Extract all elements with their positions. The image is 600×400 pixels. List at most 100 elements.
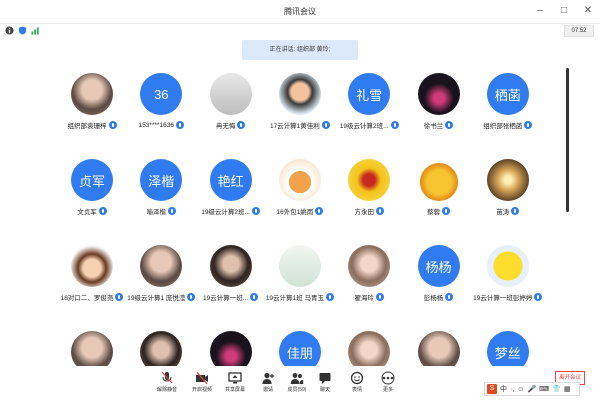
participant-tile[interactable]: 杨杨彭杨杨 (404, 242, 474, 332)
participant-name: 方永田 (354, 209, 374, 216)
punctuation-icon[interactable]: ·, (510, 386, 514, 393)
shield-icon[interactable] (18, 26, 27, 35)
participant-tile[interactable]: 36 153****1636 (126, 70, 196, 160)
status-bar: 07:52 (0, 24, 600, 38)
toolbar-label: 解除静音 (156, 387, 177, 393)
participant-name: 蔡蓉 (427, 209, 440, 216)
info-icon[interactable] (5, 26, 14, 35)
mic-icon (375, 293, 384, 301)
participant-avatar (348, 331, 391, 368)
mic-icon (176, 121, 185, 129)
chat-button[interactable]: 聊天 (310, 368, 340, 398)
toolbar-label: 开启视频 (191, 387, 212, 393)
mic-off-icon (161, 371, 173, 384)
camera-off-button[interactable]: 开启视频 (187, 368, 217, 398)
participant-tile[interactable]: 冉无悔 (196, 70, 266, 160)
participant-name: 19级云计算2班... (339, 123, 389, 130)
members-button[interactable]: 成员(59) (282, 368, 312, 398)
minimize-icon[interactable]: – (532, 3, 548, 19)
participant-tile[interactable]: 苗涛 (473, 156, 543, 246)
participant-avatar: 杨杨 (417, 245, 460, 287)
participant-tile[interactable]: 翟海玲 (334, 242, 404, 332)
invite-icon (262, 372, 274, 384)
participant-name: 组织部张栖菡 (483, 123, 523, 130)
participant-name: 徐书兰 (423, 123, 444, 130)
participant-tile[interactable]: 16外包1姚雨 (265, 156, 335, 246)
participant-tile[interactable] (196, 328, 266, 368)
participant-tile[interactable]: 19级云计算1 庞悦滢 (126, 242, 196, 332)
close-icon[interactable]: ✕ (580, 3, 596, 19)
mic-off-button[interactable]: 解除静音 (152, 368, 182, 398)
mic-icon (445, 293, 454, 301)
participant-tile[interactable]: 佳朋 (265, 328, 335, 368)
participant-tile[interactable]: 泽楷 喻泽楷 (126, 156, 196, 246)
participant-tile[interactable]: 梦丝 (473, 328, 543, 368)
skin-icon[interactable]: 👕 (552, 385, 561, 393)
share-screen-button[interactable]: 共享屏幕 (220, 368, 250, 398)
emoji-button[interactable]: 表情 (342, 368, 372, 398)
maximize-icon[interactable]: □ (556, 3, 572, 19)
participant-avatar (348, 159, 391, 201)
toolbar-label: 共享屏幕 (224, 387, 245, 393)
participant-tile[interactable]: 贞军 文贞军 (57, 156, 127, 246)
participant-name: 19级云计算1 庞悦滢 (127, 295, 186, 302)
toolbar-label: 邀请 (262, 387, 273, 393)
toolbar-label: 表情 (351, 387, 362, 393)
mic-icon (168, 207, 177, 215)
participant-name-line: 组织部张栖菡 (463, 119, 547, 131)
participant-avatar (209, 245, 252, 287)
participant-tile[interactable]: 19云计算1班 马青玉 (265, 242, 335, 332)
participant-tile[interactable]: 17云计算1黄佳利 (265, 70, 335, 160)
participant-tile[interactable]: 艳红 19级云计算2班... (196, 156, 266, 246)
participant-avatar (278, 159, 321, 201)
participant-avatar (71, 245, 113, 287)
participant-avatar: 礼雪 (348, 73, 391, 115)
participant-avatar (140, 331, 183, 368)
participant-name: 17云计算1黄佳利 (269, 123, 320, 130)
participant-avatar (417, 73, 460, 115)
participant-tile[interactable] (57, 328, 127, 368)
grid-icon[interactable]: ▦ (564, 385, 571, 393)
participant-tile[interactable]: 19云计算一班... (196, 242, 266, 332)
participant-name-line: 苗涛 (463, 205, 547, 217)
mic-icon (445, 121, 454, 129)
signal-icon[interactable] (31, 26, 40, 35)
participant-name: 彭杨杨 (423, 295, 444, 302)
participant-tile[interactable]: 组织部袁珊梓 (57, 70, 127, 160)
ime-toolbar[interactable]: S 中 ·, ☺ 🎤 ⌨ 👕 ▦ (484, 382, 580, 396)
window-title: 腾讯会议 (284, 7, 316, 16)
participant-name: 组织部袁珊梓 (67, 123, 107, 130)
participant-tile[interactable] (334, 328, 404, 368)
participant-tile[interactable]: 方永田 (334, 156, 404, 246)
participant-avatar (486, 245, 529, 287)
participant-avatar: 贞军 (71, 159, 113, 201)
invite-button[interactable]: 邀请 (253, 368, 283, 398)
participant-name: 冉无悔 (215, 123, 236, 130)
mic-icon (524, 121, 533, 129)
participant-tile[interactable]: 19云计算一班彭婷婷 (473, 242, 543, 332)
scrollbar[interactable] (566, 68, 569, 212)
participant-avatar: 栖菡 (486, 73, 529, 115)
participant-avatar: 泽楷 (140, 159, 183, 201)
participant-avatar: 梦丝 (486, 331, 529, 368)
participant-tile[interactable] (404, 328, 474, 368)
participant-tile[interactable]: 18对口二、罗俊尧 (57, 242, 127, 332)
mic-icon (98, 207, 107, 215)
keyboard-icon[interactable]: ⌨ (539, 385, 549, 393)
share-screen-icon (228, 372, 242, 384)
participant-tile[interactable] (126, 328, 196, 368)
speaking-banner: 正在讲话: 组织部 黄玲; (242, 40, 358, 60)
participant-tile[interactable]: 蔡蓉 (404, 156, 474, 246)
mic-icon (511, 207, 520, 215)
participant-tile[interactable]: 栖菡 组织部张栖菡 (473, 70, 543, 160)
participant-avatar (417, 159, 460, 201)
participant-avatar (486, 159, 529, 201)
participant-tile[interactable]: 徐书兰 (404, 70, 474, 160)
voice-icon[interactable]: 🎤 (527, 385, 536, 393)
emoji-icon[interactable]: ☺ (517, 386, 524, 393)
more-button[interactable]: 更多 (373, 368, 403, 398)
participant-name: 19云计算1班 马青玉 (265, 295, 324, 302)
ime-mode-label[interactable]: 中 (500, 384, 507, 394)
sogou-icon[interactable]: S (487, 384, 497, 394)
participant-tile[interactable]: 礼雪 19级云计算2班... (334, 70, 404, 160)
